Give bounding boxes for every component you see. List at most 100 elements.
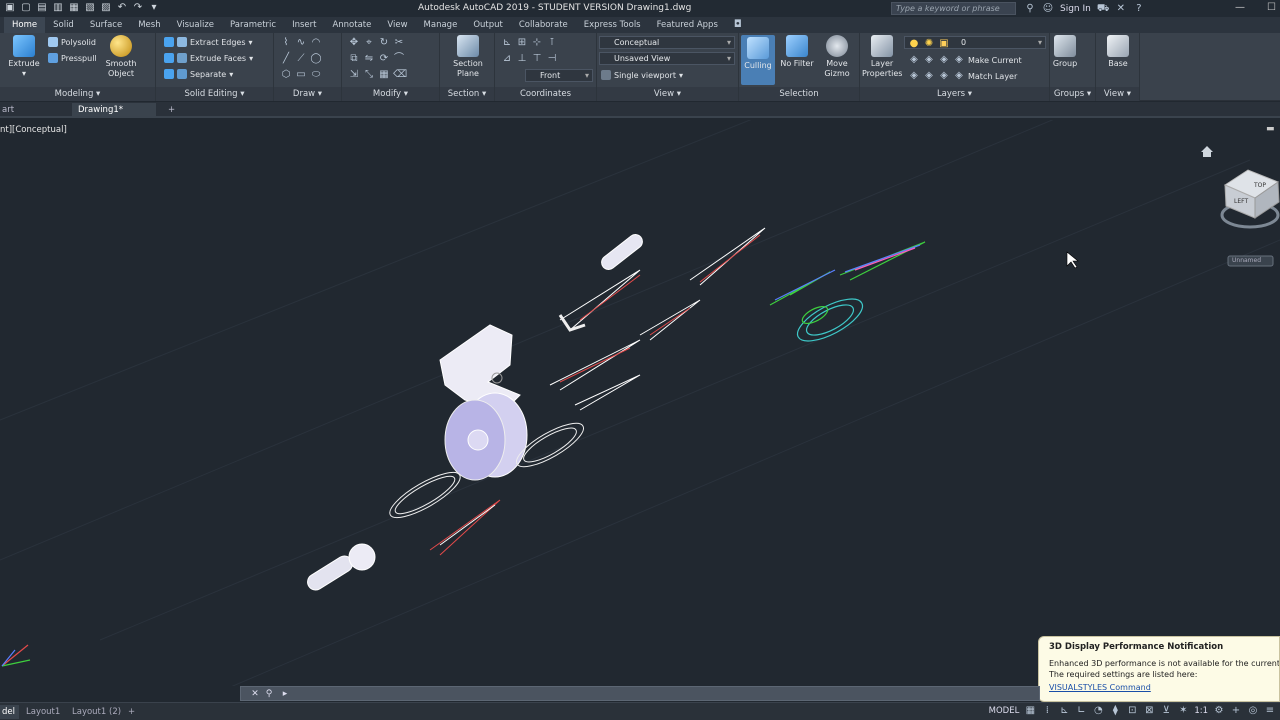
tab-featured-apps[interactable]: Featured Apps bbox=[649, 17, 726, 33]
open-icon[interactable]: ▤ bbox=[36, 2, 48, 14]
tab-solid[interactable]: Solid bbox=[45, 17, 82, 33]
app-menu-icon[interactable]: ▣ bbox=[4, 2, 16, 14]
tab-visualize[interactable]: Visualize bbox=[169, 17, 222, 33]
polar-icon[interactable]: ◔ bbox=[1092, 705, 1104, 717]
sun-icon[interactable]: ✺ bbox=[923, 38, 935, 50]
tab-express-tools[interactable]: Express Tools bbox=[576, 17, 649, 33]
named-view-dropdown[interactable]: Unsaved View bbox=[599, 52, 735, 65]
panel-title-modeling[interactable]: Modeling ▾ bbox=[0, 87, 155, 101]
3d-rotate-icon[interactable]: ⟳ bbox=[378, 53, 390, 65]
start-tab[interactable]: art bbox=[0, 103, 20, 118]
ucs-icon[interactable]: ⊾ bbox=[501, 37, 513, 49]
save-icon[interactable]: ▥ bbox=[52, 2, 64, 14]
tab-insert[interactable]: Insert bbox=[284, 17, 324, 33]
ucs-y-icon[interactable]: ⊤ bbox=[531, 53, 543, 65]
binoculars-icon[interactable]: ⚲ bbox=[1024, 3, 1036, 15]
no-filter-button[interactable]: No Filter bbox=[777, 35, 817, 69]
ucs-world-icon[interactable]: ⊞ bbox=[516, 37, 528, 49]
line-icon[interactable]: ╱ bbox=[280, 53, 292, 65]
fillet-icon[interactable]: ⌒ bbox=[393, 53, 405, 65]
tab-manage[interactable]: Manage bbox=[416, 17, 466, 33]
layout1-tab[interactable]: Layout1 bbox=[22, 705, 64, 719]
tab-collaborate[interactable]: Collaborate bbox=[511, 17, 576, 33]
viewport-config-button[interactable]: Single viewport ▾ bbox=[601, 70, 683, 80]
scale-icon[interactable]: ⤡ bbox=[363, 69, 375, 81]
arc-icon[interactable]: ◠ bbox=[310, 37, 322, 49]
mirror-icon[interactable]: ⇋ bbox=[363, 53, 375, 65]
tab-surface[interactable]: Surface bbox=[82, 17, 130, 33]
visualstyles-link[interactable]: VISUALSTYLES Command bbox=[1049, 683, 1279, 692]
plus-icon[interactable]: + bbox=[1230, 705, 1242, 717]
qat-dropdown-icon[interactable]: ▾ bbox=[148, 2, 160, 14]
panel-title-view[interactable]: View ▾ bbox=[597, 87, 738, 101]
wcs-label[interactable]: Unnamed bbox=[1232, 257, 1261, 264]
viewcube-top-label[interactable]: TOP bbox=[1254, 182, 1266, 189]
user-icon[interactable]: ☺ bbox=[1042, 3, 1054, 15]
save-as-icon[interactable]: ▦ bbox=[68, 2, 80, 14]
customize-icon[interactable]: ≡ bbox=[1264, 705, 1276, 717]
osnap-icon[interactable]: ⊡ bbox=[1126, 705, 1138, 717]
rotate-icon[interactable]: ↻ bbox=[378, 37, 390, 49]
model-layout-tab[interactable]: del bbox=[0, 705, 19, 719]
snap-icon[interactable]: ⁞ bbox=[1041, 705, 1053, 717]
culling-button[interactable]: Culling bbox=[741, 35, 775, 85]
command-recent-icon[interactable]: ▸ bbox=[279, 688, 291, 700]
polyline-icon[interactable]: ⌇ bbox=[280, 37, 292, 49]
group-button[interactable]: Group bbox=[1050, 35, 1080, 69]
annotation-scale[interactable]: 1:1 bbox=[1194, 706, 1208, 716]
panel-title-modify[interactable]: Modify ▾ bbox=[342, 87, 439, 101]
circle-icon[interactable]: ◯ bbox=[310, 53, 322, 65]
add-layout-button[interactable]: + bbox=[124, 705, 139, 719]
panel-title-draw[interactable]: Draw ▾ bbox=[274, 87, 341, 101]
trim-icon[interactable]: ✂ bbox=[393, 37, 405, 49]
rectangle-icon[interactable]: ▭ bbox=[295, 69, 307, 81]
tab-parametric[interactable]: Parametric bbox=[222, 17, 284, 33]
ucs-z-icon[interactable]: ⊣ bbox=[546, 53, 558, 65]
tab-home[interactable]: Home bbox=[4, 17, 46, 33]
sign-in-button[interactable]: Sign In bbox=[1060, 4, 1091, 14]
command-close-icon[interactable]: ✕ bbox=[249, 688, 261, 700]
annotation-icon[interactable]: ✶ bbox=[1177, 705, 1189, 717]
plot-icon[interactable]: ▨ bbox=[100, 2, 112, 14]
separate-button[interactable]: Separate ▾ bbox=[164, 69, 233, 79]
extrude-faces-button[interactable]: Extrude Faces ▾ bbox=[164, 53, 253, 63]
polysolid-button[interactable]: Polysolid bbox=[48, 37, 96, 47]
drawing-viewport[interactable]: nt][Conceptual] TOP LEFT Unnamed ▬ bbox=[0, 120, 1280, 686]
ellipse-icon[interactable]: ⬭ bbox=[310, 69, 322, 81]
construction-line-icon[interactable]: ⟋ bbox=[295, 53, 307, 65]
panel-title-coordinates[interactable]: Coordinates bbox=[495, 87, 596, 101]
tab-annotate[interactable]: Annotate bbox=[324, 17, 379, 33]
exchange-icon[interactable]: ✕ bbox=[1115, 3, 1127, 15]
extract-edges-button[interactable]: Extract Edges ▾ bbox=[164, 37, 253, 47]
panel-title-view-base[interactable]: View ▾ bbox=[1096, 87, 1139, 101]
lock-icon[interactable]: ▣ bbox=[938, 38, 950, 50]
smooth-object-button[interactable]: Smooth Object bbox=[100, 35, 142, 79]
isolate-icon[interactable]: ◎ bbox=[1247, 705, 1259, 717]
ucs-front-dropdown[interactable]: Front bbox=[525, 69, 593, 82]
polygon-icon[interactable]: ⬡ bbox=[280, 69, 292, 81]
tab-view[interactable]: View bbox=[379, 17, 415, 33]
ucs-origin-icon[interactable]: ⊹ bbox=[531, 37, 543, 49]
section-plane-button[interactable]: Section Plane bbox=[446, 35, 490, 79]
visual-style-dropdown[interactable]: Conceptual bbox=[599, 36, 735, 49]
copy-icon[interactable]: ⧉ bbox=[348, 53, 360, 65]
lightbulb-icon[interactable]: ● bbox=[908, 38, 920, 50]
move-gizmo-button[interactable]: Move Gizmo bbox=[817, 35, 857, 79]
command-wrench-icon[interactable]: ⚲ bbox=[263, 688, 275, 700]
web-mobile-icon[interactable]: ▧ bbox=[84, 2, 96, 14]
redo-icon[interactable]: ↷ bbox=[132, 2, 144, 14]
ucs-3point-icon[interactable]: ⊿ bbox=[501, 53, 513, 65]
3d-osnap-icon[interactable]: ⊠ bbox=[1143, 705, 1155, 717]
tab-output[interactable]: Output bbox=[465, 17, 511, 33]
base-view-button[interactable]: Base bbox=[1098, 35, 1138, 69]
undo-icon[interactable]: ↶ bbox=[116, 2, 128, 14]
otrack-icon[interactable]: ⊻ bbox=[1160, 705, 1172, 717]
command-line[interactable]: ✕ ⚲ ▸ bbox=[240, 686, 1040, 701]
layout1-2-tab[interactable]: Layout1 (2) bbox=[68, 705, 125, 719]
3d-move-icon[interactable]: ⌖ bbox=[363, 37, 375, 49]
layer-properties-button[interactable]: Layer Properties bbox=[862, 35, 902, 79]
model-space-button[interactable]: MODEL bbox=[989, 706, 1020, 716]
search-input[interactable]: Type a keyword or phrase bbox=[891, 2, 1016, 15]
ucs-zaxis-icon[interactable]: ⊺ bbox=[546, 37, 558, 49]
panel-title-groups[interactable]: Groups ▾ bbox=[1050, 87, 1095, 101]
